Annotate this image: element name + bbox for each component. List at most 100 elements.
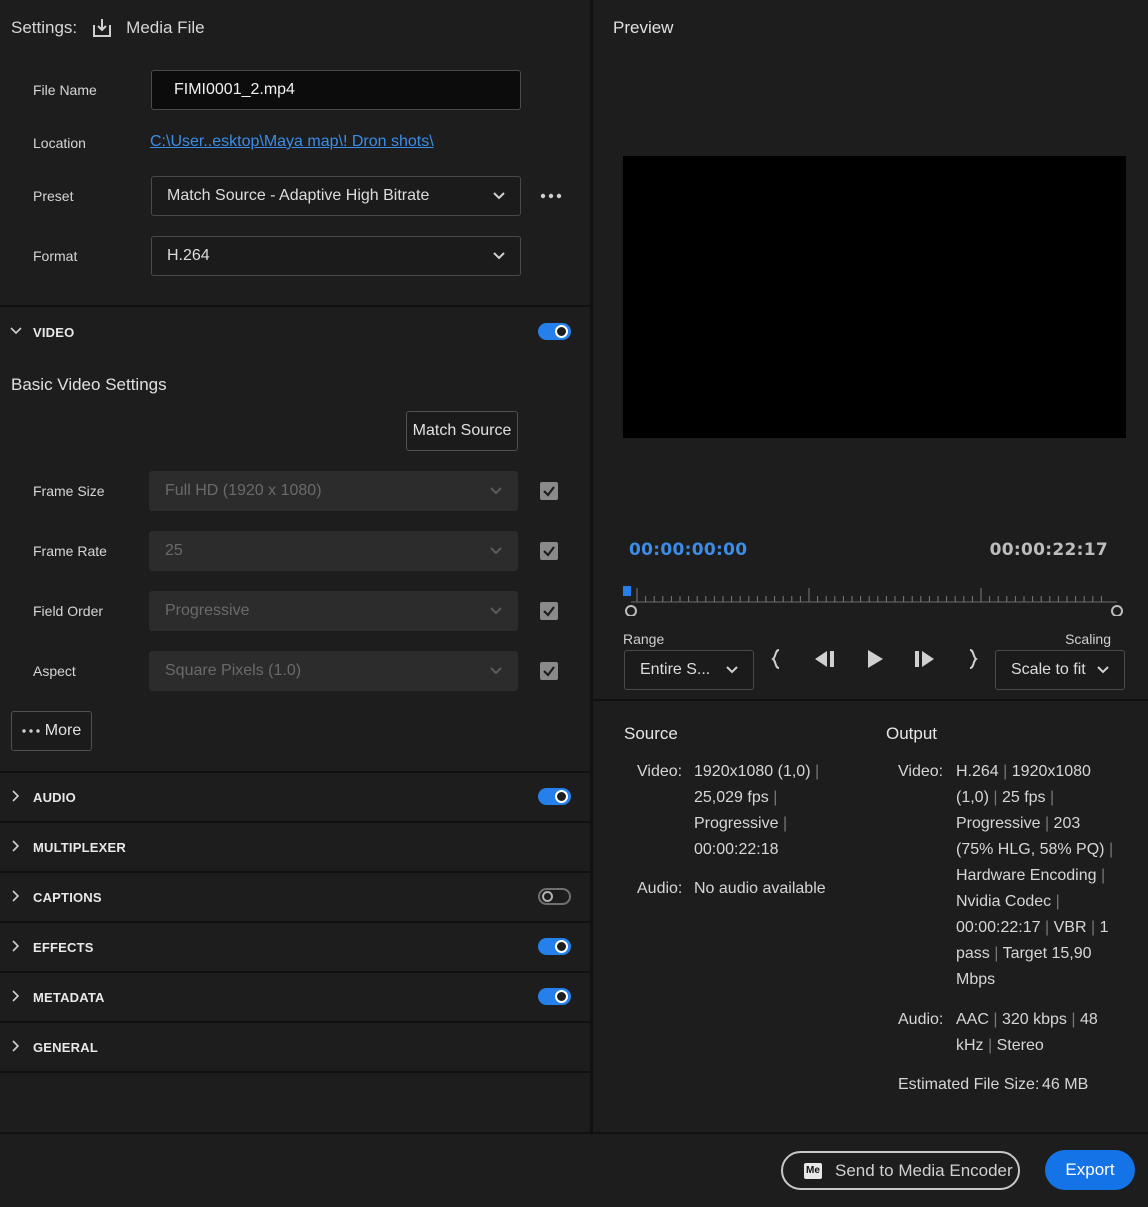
source-duration: 00:00:22:18 [694,841,779,858]
metadata-toggle[interactable] [538,988,571,1005]
output-codec-vendor: Nvidia Codec [956,893,1052,910]
export-button[interactable]: Export [1045,1150,1135,1190]
output-pass-label: pass [956,945,990,962]
section-audio-header[interactable]: AUDIO [0,773,590,821]
frame-rate-checkbox[interactable] [540,542,558,560]
file-name-label: File Name [33,82,97,98]
aspect-label: Aspect [33,663,76,679]
output-bitrate-mode: VBR [1053,919,1087,936]
output-target: Target 15,90 [1002,945,1092,962]
out-point-handle[interactable] [1111,605,1123,616]
step-forward-icon[interactable] [912,649,936,669]
chevron-right-icon [12,840,20,852]
frame-size-value: Full HD (1920 x 1080) [165,482,322,499]
playhead[interactable] [623,586,631,596]
estimated-size-label: Estimated File Size: [898,1076,1040,1093]
preset-value: Match Source - Adaptive High Bitrate [167,187,430,204]
section-general-title: GENERAL [33,1040,98,1055]
chevron-right-icon [12,940,20,952]
location-label: Location [33,135,86,151]
range-dropdown[interactable]: Entire S... [624,650,754,690]
step-back-icon[interactable] [813,649,837,669]
in-point-handle[interactable] [625,605,637,616]
play-icon[interactable] [865,649,885,669]
aspect-checkbox[interactable] [540,662,558,680]
chevron-down-icon [726,666,738,674]
section-metadata-title: METADATA [33,990,105,1005]
media-file-label: Media File [126,18,205,37]
audio-toggle[interactable] [538,788,571,805]
section-video-header[interactable]: VIDEO [0,308,590,356]
source-fps: 25,029 fps [694,789,769,806]
send-to-media-encoder-button[interactable]: Me Send to Media Encoder [781,1151,1020,1190]
video-toggle[interactable] [538,323,571,340]
section-captions-title: CAPTIONS [33,890,102,905]
source-audio-value: No audio available [694,880,826,897]
frame-size-checkbox[interactable] [540,482,558,500]
section-effects-header[interactable]: EFFECTS [0,923,590,971]
chevron-down-icon [10,327,22,335]
output-target-unit: Mbps [956,971,996,988]
send-to-media-encoder-label: Send to Media Encoder [835,1160,1013,1180]
output-fps: 25 fps [1001,789,1046,806]
output-encoding: Hardware Encoding [956,867,1097,884]
output-heading: Output [886,724,938,743]
frame-size-dropdown[interactable]: Full HD (1920 x 1080) [149,471,518,511]
output-audio-label: Audio: [898,1011,944,1028]
section-multiplexer-title: MULTIPLEXER [33,840,126,855]
section-video-title: VIDEO [33,325,75,340]
timecode-current[interactable]: 00:00:00:00 [629,540,747,560]
file-name-input[interactable]: FIMI0001_2.mp4 [151,70,521,110]
section-general-header[interactable]: GENERAL [0,1023,590,1071]
section-multiplexer-header[interactable]: MULTIPLEXER [0,823,590,871]
chevron-down-icon [490,547,502,555]
format-dropdown[interactable]: H.264 [151,236,521,276]
source-video-label: Video: [637,763,683,780]
format-label: Format [33,248,78,264]
chevron-right-icon [12,890,20,902]
chevron-down-icon [1097,666,1109,674]
output-field-order: Progressive [956,815,1041,832]
match-source-button[interactable]: Match Source [406,411,518,451]
output-level: 203 [1053,815,1081,832]
chevron-down-icon [493,192,505,200]
output-duration: 00:00:22:17 [956,919,1041,936]
chevron-down-icon [490,487,502,495]
output-audio-info: AAC | 320 kbps | 48 kHz | Stereo [956,1011,1098,1054]
effects-toggle[interactable] [538,938,571,955]
scaling-label: Scaling [1065,631,1111,647]
preview-title: Preview [613,18,674,37]
captions-toggle[interactable] [538,888,571,905]
more-button[interactable]: More [11,711,92,751]
aspect-value: Square Pixels (1.0) [165,662,302,679]
output-video-info: H.264 | 1920x1080 (1,0) | 25 fps | Progr… [956,763,1114,988]
settings-header: Settings: Media File [11,17,205,39]
preset-dropdown[interactable]: Match Source - Adaptive High Bitrate [151,176,521,216]
frame-rate-label: Frame Rate [33,543,107,559]
source-audio-label: Audio: [637,880,683,897]
output-par: (1,0) [956,789,989,806]
mark-out-icon[interactable] [965,648,979,670]
source-resolution: 1920x1080 (1,0) [694,763,811,780]
scaling-dropdown[interactable]: Scale to fit [995,650,1125,690]
frame-rate-dropdown[interactable]: 25 [149,531,518,571]
output-audio-rate-unit: kHz [956,1037,984,1054]
timeline-ruler[interactable] [623,580,1123,616]
field-order-checkbox[interactable] [540,602,558,620]
more-label: More [44,722,82,739]
section-captions-header[interactable]: CAPTIONS [0,873,590,921]
import-icon[interactable] [91,17,113,39]
settings-label: Settings: [11,18,78,37]
more-options-icon[interactable] [540,190,562,202]
media-encoder-icon: Me [804,1162,822,1179]
aspect-dropdown[interactable]: Square Pixels (1.0) [149,651,518,691]
settings-panel: Settings: Media File File Name FIMI0001_… [0,0,590,1132]
basic-video-settings-heading: Basic Video Settings [11,375,167,394]
location-link[interactable]: C:\User..esktop\Maya map\! Dron shots\ [150,133,434,151]
output-video-label: Video: [898,763,944,780]
section-metadata-header[interactable]: METADATA [0,973,590,1021]
divider [593,699,1148,701]
mark-in-icon[interactable] [770,648,784,670]
field-order-dropdown[interactable]: Progressive [149,591,518,631]
output-audio-rate: 48 [1079,1011,1098,1028]
